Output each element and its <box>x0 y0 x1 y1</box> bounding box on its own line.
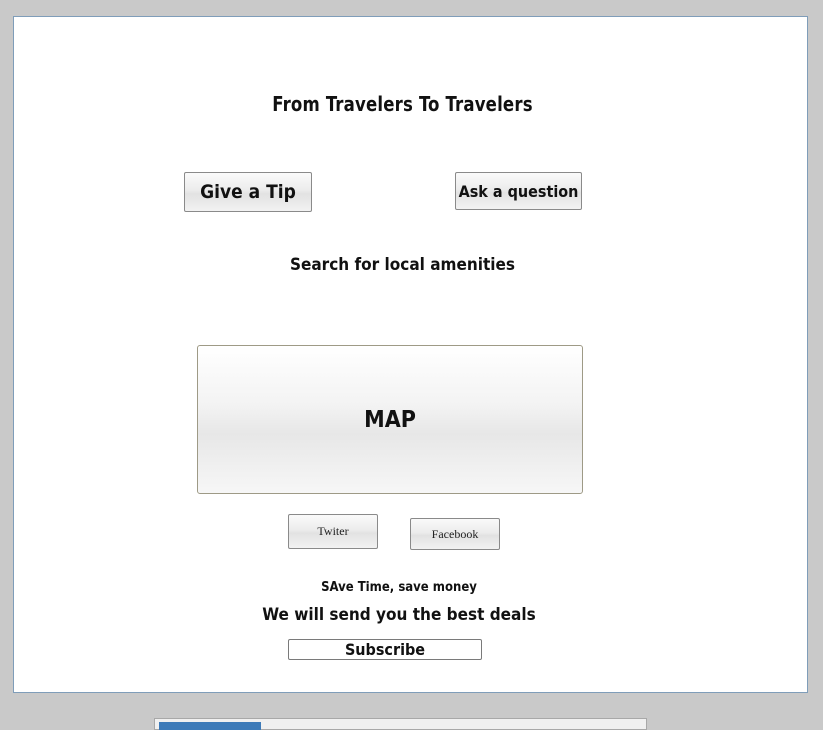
twitter-button[interactable]: Twiter <box>288 514 378 549</box>
newsletter-tagline: SAve Time, save money <box>321 580 477 595</box>
mockup-canvas: From Travelers To Travelers Give a Tip A… <box>13 16 808 693</box>
ask-question-button[interactable]: Ask a question <box>455 172 582 210</box>
subscribe-button[interactable]: Subscribe <box>288 639 482 660</box>
map-placeholder[interactable]: MAP <box>197 345 583 494</box>
facebook-button[interactable]: Facebook <box>410 518 500 550</box>
map-label: MAP <box>364 406 416 433</box>
give-tip-button[interactable]: Give a Tip <box>184 172 312 212</box>
page-title: From Travelers To Travelers <box>272 92 533 116</box>
newsletter-headline: We will send you the best deals <box>262 605 536 625</box>
search-local-amenities-label: Search for local amenities <box>289 255 516 275</box>
bottom-tab-bar <box>154 718 647 730</box>
active-tab-indicator[interactable] <box>159 722 261 730</box>
